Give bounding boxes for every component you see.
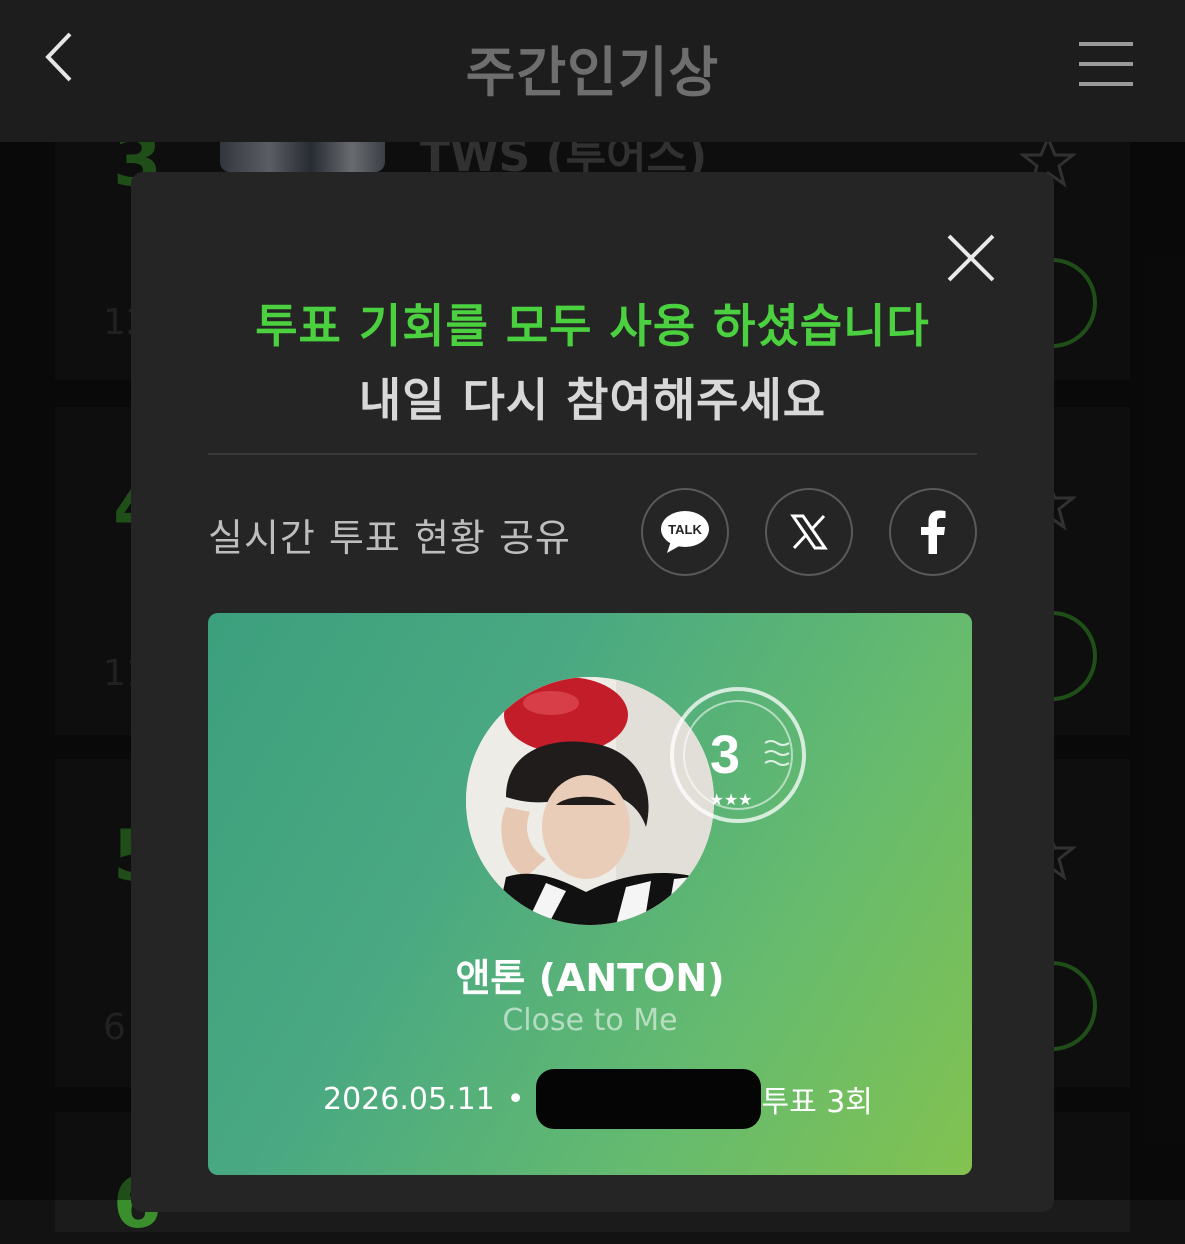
share-facebook-button[interactable]	[889, 488, 977, 576]
page-title: 주간인기상	[465, 41, 720, 104]
rank-stamp-icon: 3 ★★★	[670, 687, 806, 823]
redacted-username	[536, 1069, 762, 1129]
share-kakaotalk-button[interactable]: TALK	[641, 488, 729, 576]
vote-count-text: 투표 3회	[761, 1085, 873, 1120]
share-x-button[interactable]	[765, 488, 853, 576]
song-title: Close to Me	[502, 1003, 678, 1038]
artist-name: 앤톤 (ANTON)	[455, 956, 725, 1000]
vote-date: 2026.05.11	[323, 1081, 495, 1117]
vote-share-card: 3 ★★★ 앤톤 (ANTON) Close to Me 2026.05.11 …	[208, 613, 972, 1175]
stamp-number: 3	[710, 725, 740, 785]
votes-exhausted-message: 투표 기회를 모두 사용 하셨습니다	[255, 299, 930, 353]
menu-button[interactable]	[1077, 38, 1137, 90]
svg-text:★★★: ★★★	[709, 790, 752, 809]
x-icon	[790, 514, 828, 550]
share-label: 실시간 투표 현황 공유	[208, 516, 571, 560]
top-app-bar: 주간인기상	[0, 0, 1185, 142]
kakao-talk-label: TALK	[668, 522, 702, 537]
divider	[208, 453, 977, 455]
come-back-tomorrow-message: 내일 다시 참여해주세요	[358, 373, 827, 427]
close-button[interactable]	[943, 230, 999, 286]
close-icon	[947, 234, 995, 282]
hamburger-menu-icon	[1079, 42, 1133, 86]
vote-complete-modal: 투표 기회를 모두 사용 하셨습니다 내일 다시 참여해주세요 실시간 투표 현…	[131, 172, 1054, 1212]
facebook-icon	[921, 510, 946, 554]
vote-info: 2026.05.11 • 투표 3회	[323, 1069, 873, 1129]
separator: •	[506, 1081, 525, 1117]
kakao-talk-icon: TALK	[661, 511, 709, 553]
